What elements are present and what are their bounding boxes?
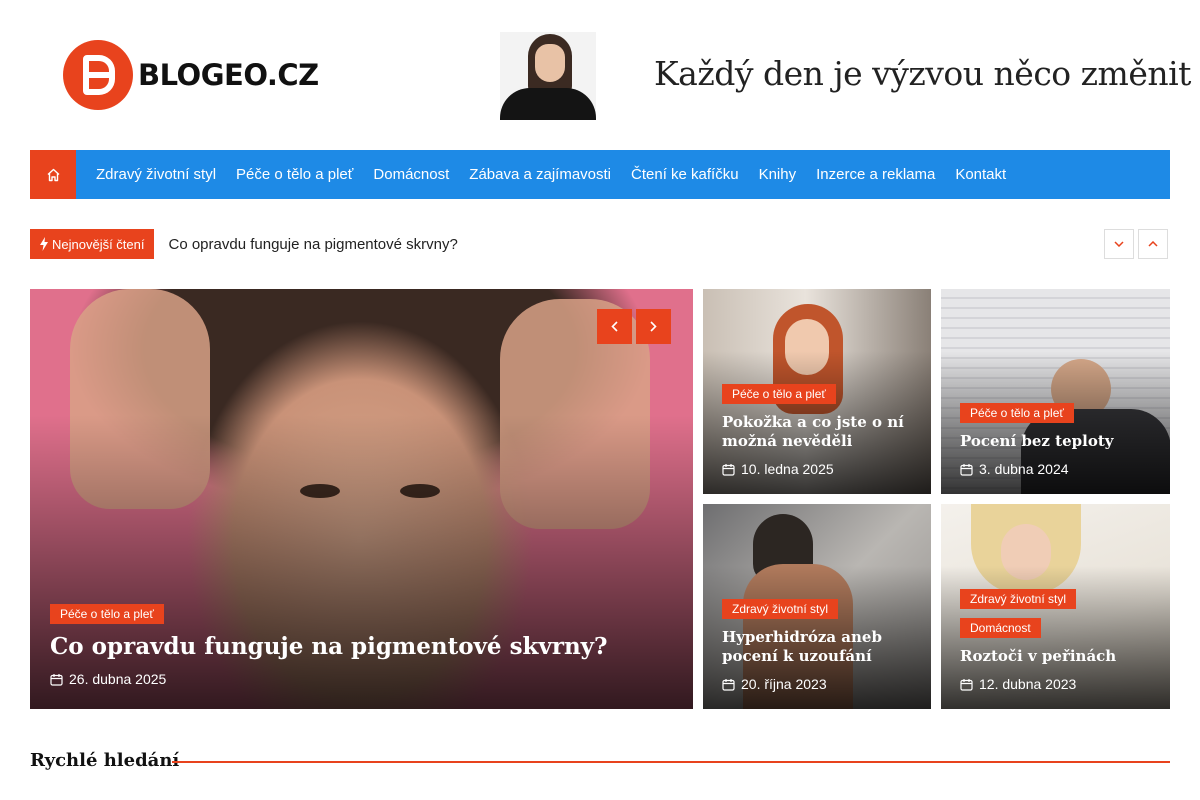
logo-mark-icon — [63, 40, 133, 110]
article-title[interactable]: Roztoči v peřinách — [960, 647, 1154, 666]
section-divider — [172, 761, 1170, 763]
slider-prev-button[interactable] — [597, 309, 632, 344]
nav-item-domacnost[interactable]: Domácnost — [363, 166, 459, 183]
category-tag[interactable]: Zdravý životní styl — [960, 589, 1077, 609]
article-date-text: 10. ledna 2025 — [741, 461, 834, 477]
ticker-prev-button[interactable] — [1138, 229, 1168, 259]
nav-item-inzerce[interactable]: Inzerce a reklama — [806, 166, 945, 183]
site-logo[interactable]: BLOGEO.CZ — [63, 40, 323, 110]
quick-search-heading: Rychlé hledání — [30, 750, 180, 771]
ticker-next-button[interactable] — [1104, 229, 1134, 259]
nav-item-pece-o-telo[interactable]: Péče o tělo a pleť — [226, 166, 363, 183]
home-icon — [47, 168, 59, 181]
featured-main-card[interactable]: Péče o tělo a pleť Co opravdu funguje na… — [30, 289, 693, 709]
main-navigation: Zdravý životní styl Péče o tělo a pleť D… — [30, 150, 1170, 199]
article-date: 20. října 2023 — [722, 676, 915, 692]
nav-item-cteni-ke-kaficku[interactable]: Čtení ke kafíčku — [621, 166, 749, 183]
header-banner[interactable]: Každý den je výzvou něco změnit — [500, 32, 1191, 120]
chevron-left-icon — [611, 321, 618, 332]
chevron-down-icon — [1114, 241, 1124, 247]
chevron-right-icon — [650, 321, 657, 332]
bolt-icon — [40, 237, 48, 251]
nav-item-zabava[interactable]: Zábava a zajímavosti — [459, 166, 621, 183]
calendar-icon — [960, 463, 973, 476]
featured-card[interactable]: Péče o tělo a pleť Pocení bez teploty 3.… — [941, 289, 1170, 494]
article-date-text: 26. dubna 2025 — [69, 671, 167, 687]
featured-card[interactable]: Zdravý životní styl Domácnost Roztoči v … — [941, 504, 1170, 709]
category-tag[interactable]: Péče o tělo a pleť — [960, 403, 1074, 423]
calendar-icon — [50, 673, 63, 686]
article-date-text: 3. dubna 2024 — [979, 461, 1069, 477]
article-date: 12. dubna 2023 — [960, 676, 1154, 692]
ticker-badge: Nejnovější čtení — [30, 229, 154, 259]
nav-item-zdravy-zivotni-styl[interactable]: Zdravý životní styl — [86, 166, 226, 183]
nav-item-kontakt[interactable]: Kontakt — [945, 166, 1016, 183]
ticker-headline-link[interactable]: Co opravdu funguje na pigmentové skrvny? — [169, 236, 458, 253]
news-ticker: Nejnovější čtení Co opravdu funguje na p… — [30, 229, 1170, 259]
article-title[interactable]: Co opravdu funguje na pigmentové skvrny? — [50, 633, 677, 661]
chevron-up-icon — [1148, 241, 1158, 247]
article-date: 3. dubna 2024 — [960, 461, 1154, 477]
logo-text: BLOGEO.CZ — [138, 58, 319, 92]
category-tag[interactable]: Domácnost — [960, 618, 1041, 638]
article-title[interactable]: Pocení bez teploty — [960, 432, 1154, 451]
nav-home-button[interactable] — [30, 150, 76, 199]
banner-woman-image — [500, 32, 596, 120]
article-title[interactable]: Hyperhidróza aneb pocení k uzoufání — [722, 628, 915, 666]
calendar-icon — [960, 678, 973, 691]
article-date: 10. ledna 2025 — [722, 461, 915, 477]
featured-card[interactable]: Zdravý životní styl Hyperhidróza aneb po… — [703, 504, 931, 709]
article-date-text: 12. dubna 2023 — [979, 676, 1077, 692]
category-tag[interactable]: Péče o tělo a pleť — [722, 384, 836, 404]
nav-item-knihy[interactable]: Knihy — [749, 166, 807, 183]
banner-slogan: Každý den je výzvou něco změnit — [654, 54, 1191, 93]
calendar-icon — [722, 678, 735, 691]
article-title[interactable]: Pokožka a co jste o ní možná nevěděli — [722, 413, 915, 451]
category-tag[interactable]: Zdravý životní styl — [722, 599, 839, 619]
category-tag[interactable]: Péče o tělo a pleť — [50, 604, 164, 624]
calendar-icon — [722, 463, 735, 476]
article-date: 26. dubna 2025 — [50, 671, 677, 687]
featured-card[interactable]: Péče o tělo a pleť Pokožka a co jste o n… — [703, 289, 931, 494]
slider-next-button[interactable] — [636, 309, 671, 344]
ticker-badge-label: Nejnovější čtení — [52, 236, 145, 252]
article-date-text: 20. října 2023 — [741, 676, 827, 692]
